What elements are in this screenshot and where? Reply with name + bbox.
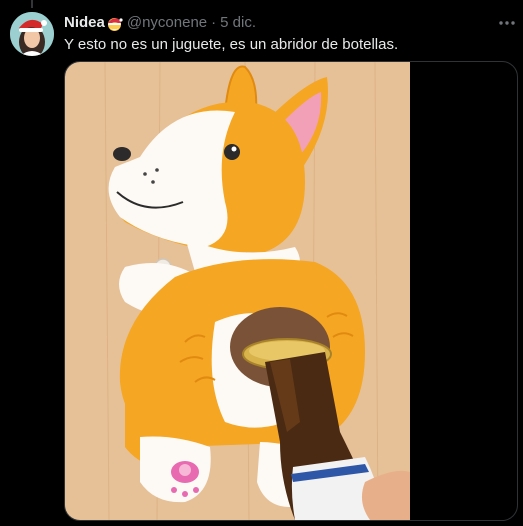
thread-connector-line <box>31 0 33 8</box>
author-handle[interactable]: @nyconene <box>127 13 207 33</box>
avatar[interactable] <box>10 12 54 56</box>
separator-dot: · <box>211 14 217 31</box>
santa-face-emoji-icon <box>106 15 123 32</box>
tweet-header: Nidea @nyconene · 5 dic. <box>64 13 511 33</box>
avatar-image <box>10 12 54 56</box>
more-dots-icon[interactable] <box>497 13 517 33</box>
author-name[interactable]: Nidea <box>64 13 105 33</box>
corgi-bottle-opener-photo <box>65 62 410 520</box>
timestamp[interactable]: 5 dic. <box>220 13 256 33</box>
tweet-media[interactable] <box>64 61 518 521</box>
tweet-text: Y esto no es un juguete, es un abridor d… <box>64 36 399 53</box>
